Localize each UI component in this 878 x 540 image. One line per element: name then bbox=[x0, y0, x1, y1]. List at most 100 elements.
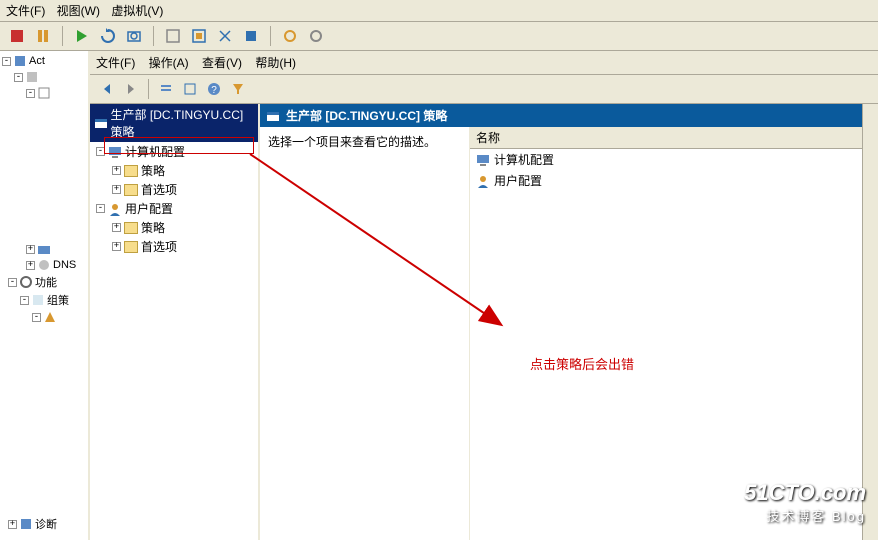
node-icon bbox=[37, 86, 51, 100]
collapse-icon[interactable]: - bbox=[26, 89, 35, 98]
filter-button[interactable] bbox=[227, 78, 249, 100]
tree-pref-user[interactable]: + 首选项 bbox=[90, 237, 258, 256]
tree-policy-user[interactable]: + 策略 bbox=[90, 218, 258, 237]
tree-label: 诊断 bbox=[35, 516, 57, 532]
menu-action[interactable]: 操作(A) bbox=[149, 56, 189, 70]
tree-item-diag[interactable]: + 诊断 bbox=[0, 515, 88, 533]
expand-icon[interactable]: + bbox=[26, 245, 35, 254]
inner-menubar: 文件(F) 操作(A) 查看(V) 帮助(H) bbox=[90, 51, 878, 75]
detail-pane: 生产部 [DC.TINGYU.CC] 策略 选择一个项目来查看它的描述。 名称 … bbox=[260, 104, 878, 540]
user-icon bbox=[108, 202, 122, 216]
mmc-pane: 文件(F) 操作(A) 查看(V) 帮助(H) ? 生产部 [DC.TINGYU… bbox=[90, 51, 878, 540]
menu-view[interactable]: 视图(W) bbox=[57, 4, 100, 18]
dns-icon bbox=[37, 258, 51, 272]
outer-menubar: 文件(F) 视图(W) 虚拟机(V) bbox=[0, 0, 878, 22]
list-item-comp[interactable]: 计算机配置 bbox=[470, 149, 878, 170]
tree-item[interactable]: - bbox=[0, 69, 88, 85]
folder-icon bbox=[124, 165, 138, 177]
collapse-icon[interactable]: - bbox=[2, 57, 11, 66]
tree-pref[interactable]: + 首选项 bbox=[90, 180, 258, 199]
collapse-icon[interactable]: - bbox=[20, 296, 29, 305]
tree-item[interactable]: + bbox=[0, 241, 88, 257]
tree-item-act[interactable]: - Act bbox=[0, 53, 88, 69]
tree-label: 首选项 bbox=[141, 181, 177, 198]
tree-label: 用户配置 bbox=[125, 200, 173, 217]
menu-help[interactable]: 帮助(H) bbox=[255, 56, 296, 70]
list-column: 名称 计算机配置 用户配置 bbox=[470, 127, 878, 540]
forward-button[interactable] bbox=[120, 78, 142, 100]
separator bbox=[270, 26, 271, 46]
folder-icon bbox=[124, 241, 138, 253]
tree-item-func[interactable]: - 功能 bbox=[0, 273, 88, 291]
expand-icon[interactable]: + bbox=[112, 242, 121, 251]
outer-tree-pane: - Act - - + + DNS - bbox=[0, 51, 90, 540]
description-column: 选择一个项目来查看它的描述。 bbox=[260, 127, 470, 540]
collapse-icon[interactable]: - bbox=[14, 73, 23, 82]
node-icon bbox=[43, 310, 57, 324]
menu-view[interactable]: 查看(V) bbox=[202, 56, 242, 70]
stop-button[interactable] bbox=[6, 25, 28, 47]
menu-file[interactable]: 文件(F) bbox=[96, 56, 135, 70]
annotation-highlight bbox=[104, 137, 254, 154]
node-icon bbox=[25, 70, 39, 84]
tool-button-5[interactable] bbox=[279, 25, 301, 47]
tool-button-6[interactable] bbox=[305, 25, 327, 47]
collapse-icon[interactable]: - bbox=[32, 313, 41, 322]
tool-button-1[interactable] bbox=[162, 25, 184, 47]
tree-user-config[interactable]: - 用户配置 bbox=[90, 199, 258, 218]
svg-text:?: ? bbox=[211, 85, 217, 96]
collapse-icon[interactable]: - bbox=[96, 204, 105, 213]
help-button[interactable]: ? bbox=[203, 78, 225, 100]
detail-header-title: 生产部 [DC.TINGYU.CC] 策略 bbox=[286, 107, 447, 124]
watermark-sub: 技术博客 Blog bbox=[744, 506, 866, 525]
tool-button-4[interactable] bbox=[240, 25, 262, 47]
back-button[interactable] bbox=[96, 78, 118, 100]
expand-icon[interactable]: + bbox=[8, 520, 17, 529]
tree-label: 首选项 bbox=[141, 238, 177, 255]
tree-label: 策略 bbox=[141, 162, 165, 179]
collapse-icon[interactable]: - bbox=[8, 278, 17, 287]
tree-item[interactable]: - bbox=[0, 309, 88, 325]
outer-toolbar bbox=[0, 22, 878, 51]
tree-label: 策略 bbox=[141, 219, 165, 236]
tree-label: 功能 bbox=[35, 274, 57, 290]
play-button[interactable] bbox=[71, 25, 93, 47]
computer-icon bbox=[476, 153, 490, 167]
tree-item[interactable]: - bbox=[0, 85, 88, 101]
list-item-user[interactable]: 用户配置 bbox=[470, 170, 878, 191]
tree-root-label: 生产部 [DC.TINGYU.CC] 策略 bbox=[111, 106, 254, 140]
properties-button[interactable] bbox=[179, 78, 201, 100]
expand-icon[interactable]: + bbox=[26, 261, 35, 270]
column-header-name[interactable]: 名称 bbox=[470, 127, 878, 149]
separator bbox=[148, 79, 149, 99]
list-item-label: 计算机配置 bbox=[494, 151, 554, 168]
tree-label: Act bbox=[29, 55, 45, 67]
expand-icon[interactable]: + bbox=[112, 166, 121, 175]
tool-button-3[interactable] bbox=[214, 25, 236, 47]
scrollbar[interactable] bbox=[862, 104, 878, 540]
user-icon bbox=[476, 174, 490, 188]
expand-icon[interactable]: + bbox=[112, 223, 121, 232]
list-button[interactable] bbox=[155, 78, 177, 100]
menu-vm[interactable]: 虚拟机(V) bbox=[111, 4, 163, 18]
server-icon bbox=[13, 54, 27, 68]
expand-icon[interactable]: + bbox=[112, 185, 121, 194]
detail-header: 生产部 [DC.TINGYU.CC] 策略 bbox=[260, 104, 878, 127]
gear-icon bbox=[19, 275, 33, 289]
server-icon bbox=[37, 242, 51, 256]
tool-button-2[interactable] bbox=[188, 25, 210, 47]
folder-icon bbox=[124, 184, 138, 196]
watermark: 51CTO.com 技术博客 Blog bbox=[744, 480, 866, 525]
snapshot-button[interactable] bbox=[123, 25, 145, 47]
refresh-button[interactable] bbox=[97, 25, 119, 47]
menu-file[interactable]: 文件(F) bbox=[6, 4, 45, 18]
tree-item-group[interactable]: - 组策 bbox=[0, 291, 88, 309]
tree-policy[interactable]: + 策略 bbox=[90, 161, 258, 180]
policy-tree-pane: 生产部 [DC.TINGYU.CC] 策略 - 计算机配置 + 策略 + 首选项 bbox=[90, 104, 260, 540]
tree-item-dns[interactable]: + DNS bbox=[0, 257, 88, 273]
inner-toolbar: ? bbox=[90, 75, 878, 104]
pause-button[interactable] bbox=[32, 25, 54, 47]
watermark-logo: 51CTO.com bbox=[744, 480, 866, 506]
policy-icon bbox=[266, 109, 280, 123]
tree-label: 组策 bbox=[47, 292, 69, 308]
